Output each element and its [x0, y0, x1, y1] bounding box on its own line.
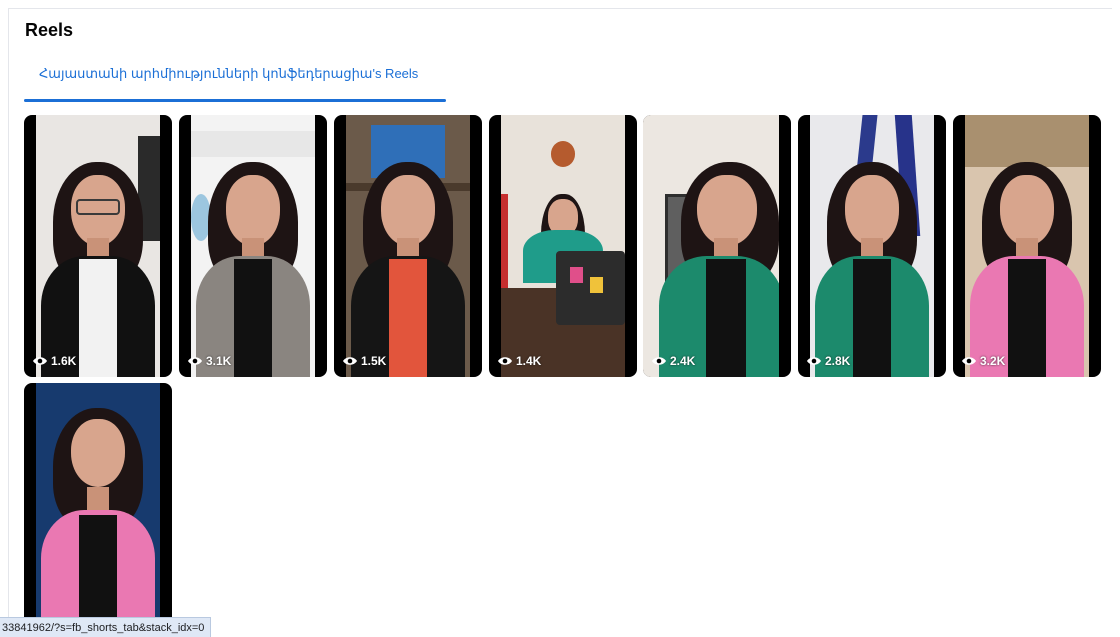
eye-icon — [188, 357, 202, 365]
view-count: 1.5K — [342, 354, 386, 368]
reels-page: Reels Հայաստանի արհմիությունների կոնֆեդե… — [0, 0, 1120, 637]
view-count-label: 1.5K — [361, 354, 387, 368]
section-title: Reels — [25, 20, 74, 40]
section-left-border — [8, 8, 9, 637]
reel-thumbnail — [501, 115, 625, 377]
reel-thumbnail — [36, 115, 160, 377]
reel-card[interactable]: 1.6K — [24, 115, 172, 377]
reel-card[interactable]: 1.4K — [489, 115, 637, 377]
reel-card[interactable]: 1.5K — [334, 115, 482, 377]
view-count: 3.2K — [961, 354, 1005, 368]
eye-icon — [33, 357, 47, 365]
tab-label: Հայաստանի արհմիությունների կոնֆեդերացիա'… — [39, 66, 419, 81]
reel-card[interactable]: 2.8K — [798, 115, 946, 377]
view-count: 1.4K — [497, 354, 541, 368]
tab-active-indicator — [24, 99, 446, 102]
reel-card[interactable] — [24, 383, 172, 637]
reel-thumbnail — [36, 383, 160, 637]
view-count-label: 1.6K — [51, 354, 77, 368]
reel-thumbnail — [810, 115, 934, 377]
eye-icon — [652, 357, 666, 365]
section-top-border — [8, 8, 1112, 9]
reel-card[interactable]: 3.2K — [953, 115, 1101, 377]
tab-page-reels[interactable]: Հայաստանի արհմիությունների կոնֆեդերացիա'… — [24, 58, 446, 102]
reel-card[interactable]: 3.1K — [179, 115, 327, 377]
eye-icon — [498, 357, 512, 365]
status-bar-url: 33841962/?s=fb_shorts_tab&stack_idx=0 — [0, 617, 212, 637]
view-count-label: 1.4K — [516, 354, 542, 368]
eye-icon — [343, 357, 357, 365]
eye-icon — [807, 357, 821, 365]
view-count: 2.4K — [651, 354, 695, 368]
reel-thumbnail — [346, 115, 470, 377]
view-count-label: 2.8K — [825, 354, 851, 368]
view-count-label: 3.1K — [206, 354, 232, 368]
reel-thumbnail — [643, 115, 779, 377]
eye-icon — [962, 357, 976, 365]
view-count-label: 2.4K — [670, 354, 696, 368]
reel-thumbnail — [965, 115, 1089, 377]
reel-card[interactable]: 2.4K — [643, 115, 791, 377]
view-count-label: 3.2K — [980, 354, 1006, 368]
view-count: 3.1K — [187, 354, 231, 368]
view-count: 2.8K — [806, 354, 850, 368]
reel-thumbnail — [191, 115, 315, 377]
view-count: 1.6K — [32, 354, 76, 368]
